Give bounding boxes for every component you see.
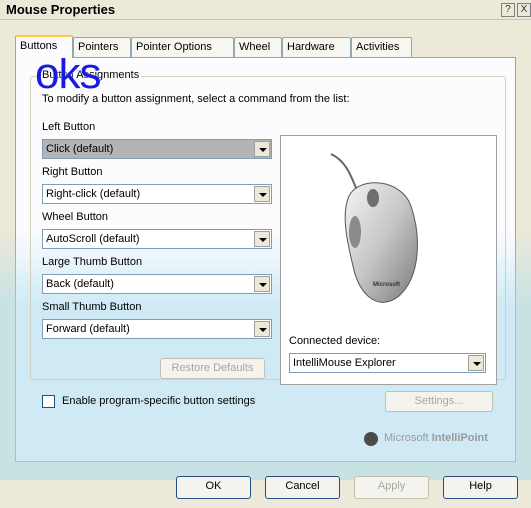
program-specific-label[interactable]: Enable program-specific button settings — [62, 395, 255, 407]
chevron-down-icon[interactable] — [254, 231, 270, 247]
right-button-select[interactable]: Right-click (default) — [42, 184, 272, 204]
connected-device-value: IntelliMouse Explorer — [293, 357, 396, 369]
connected-device-label: Connected device: — [289, 335, 381, 347]
watermark-overlay-text: oks — [35, 49, 101, 98]
chevron-down-icon[interactable] — [254, 186, 270, 202]
cancel-button[interactable]: Cancel — [265, 476, 340, 499]
right-button-value: Right-click (default) — [46, 188, 141, 200]
help-button[interactable]: Help — [443, 476, 518, 499]
left-button-label: Left Button — [42, 121, 96, 133]
mouse-properties-window: Mouse Properties ? X Buttons Pointers Po… — [0, 0, 531, 508]
svg-text:Microsoft: Microsoft — [373, 282, 400, 288]
wheel-button-select[interactable]: AutoScroll (default) — [42, 229, 272, 249]
left-button-select[interactable]: Click (default) — [42, 139, 272, 159]
chevron-down-icon[interactable] — [468, 355, 484, 371]
connected-device-select[interactable]: IntelliMouse Explorer — [289, 353, 486, 373]
large-thumb-button-select[interactable]: Back (default) — [42, 274, 272, 294]
tab-pointer-options[interactable]: Pointer Options — [131, 37, 234, 57]
tab-hardware[interactable]: Hardware — [282, 37, 351, 57]
ok-button[interactable]: OK — [176, 476, 251, 499]
brand-name: IntelliPoint — [431, 432, 488, 444]
wheel-button-label: Wheel Button — [42, 211, 109, 223]
window-title: Mouse Properties — [6, 2, 116, 17]
program-specific-checkbox[interactable] — [42, 395, 55, 408]
close-title-button[interactable]: X — [517, 3, 531, 17]
chevron-down-icon[interactable] — [254, 141, 270, 157]
large-thumb-button-label: Large Thumb Button — [42, 256, 143, 268]
help-title-button[interactable]: ? — [501, 3, 515, 17]
brand-text: Microsoft IntelliPoint — [384, 432, 488, 444]
left-button-value: Click (default) — [46, 143, 114, 155]
small-thumb-button-value: Forward (default) — [46, 323, 130, 335]
tab-buttons[interactable]: Buttons — [15, 35, 73, 58]
chevron-down-icon[interactable] — [254, 321, 270, 337]
restore-defaults-button[interactable]: Restore Defaults — [160, 358, 265, 379]
tab-activities[interactable]: Activities — [351, 37, 412, 57]
right-button-label: Right Button — [42, 166, 103, 178]
small-thumb-button-label: Small Thumb Button — [42, 301, 142, 313]
brand-prefix: Microsoft — [384, 432, 429, 444]
small-thumb-button-select[interactable]: Forward (default) — [42, 319, 272, 339]
tab-wheel[interactable]: Wheel — [234, 37, 282, 57]
mouse-preview-panel: Microsoft Connected device: IntelliMouse… — [280, 135, 497, 385]
apply-button[interactable]: Apply — [354, 476, 429, 499]
large-thumb-button-value: Back (default) — [46, 278, 114, 290]
mouse-illustration-icon: Microsoft — [330, 153, 418, 303]
wheel-button-value: AutoScroll (default) — [46, 233, 140, 245]
chevron-down-icon[interactable] — [254, 276, 270, 292]
settings-button[interactable]: Settings... — [385, 391, 493, 412]
title-bar: Mouse Properties ? X — [0, 0, 531, 20]
intellipoint-logo-icon — [364, 432, 378, 446]
